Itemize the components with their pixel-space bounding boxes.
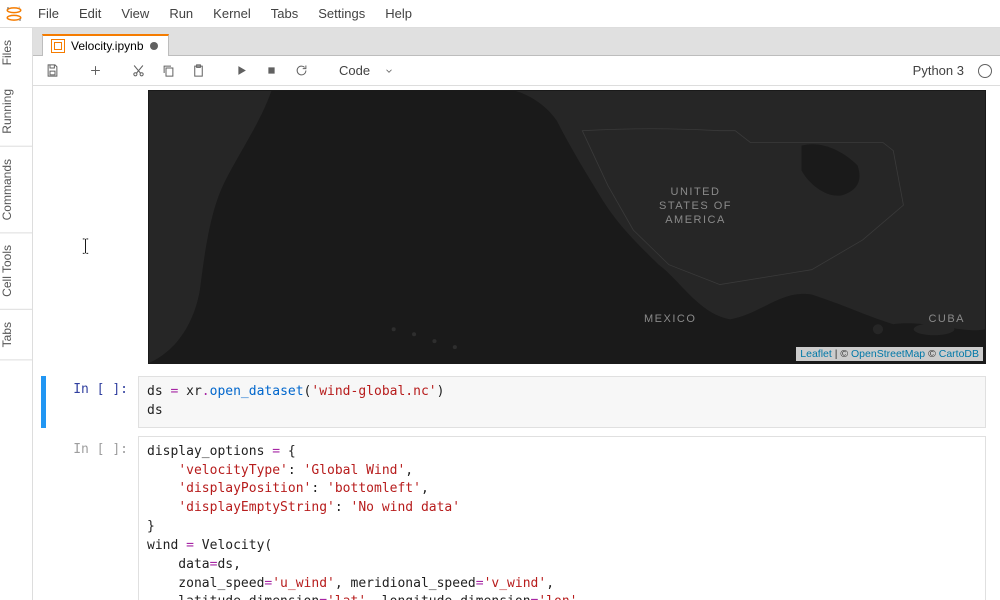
sidebar-tab-files[interactable]: Files [0,28,32,77]
menubar: File Edit View Run Kernel Tabs Settings … [0,0,1000,28]
map-attribution: Leaflet | © OpenStreetMap © CartoDB [796,347,983,361]
interrupt-button[interactable] [260,60,282,82]
dirty-indicator-icon [150,42,158,50]
code-editor[interactable]: ds = xr.open_dataset('wind-global.nc') d… [138,376,986,428]
output-cell: UNITED STATES OF AMERICA MEXICO CUBA Lea… [41,90,986,364]
menu-tabs[interactable]: Tabs [261,0,308,28]
insert-cell-button[interactable] [84,60,106,82]
notebook-toolbar: Code Python 3 [33,56,1000,86]
sidebar-tab-celltools[interactable]: Cell Tools [0,233,32,310]
cell-type-select[interactable]: Code [333,61,400,80]
map-label-mexico: MEXICO [644,313,696,325]
jupyter-logo-icon[interactable] [0,5,28,23]
notebook-icon [51,39,65,53]
tab-notebook[interactable]: Velocity.ipynb [42,34,169,56]
kernel-name[interactable]: Python 3 [913,63,970,78]
save-button[interactable] [41,60,63,82]
cut-button[interactable] [127,60,149,82]
menu-file[interactable]: File [28,0,69,28]
osm-link[interactable]: OpenStreetMap [851,348,925,360]
sidebar-tab-tabs[interactable]: Tabs [0,310,32,360]
prompt: In [ ]: [48,376,138,428]
sidebar-tab-commands[interactable]: Commands [0,147,32,233]
restart-button[interactable] [290,60,312,82]
text-cursor-icon [81,238,90,254]
menu-settings[interactable]: Settings [308,0,375,28]
carto-link[interactable]: CartoDB [939,348,979,360]
run-button[interactable] [230,60,252,82]
chevron-down-icon [384,66,394,76]
menu-help[interactable]: Help [375,0,422,28]
code-cell-2[interactable]: In [ ]: display_options = { 'velocityTyp… [41,436,986,600]
prompt: In [ ]: [48,436,138,600]
map-label-usa: UNITED STATES OF AMERICA [659,186,732,227]
menu-edit[interactable]: Edit [69,0,111,28]
code-cell-1[interactable]: In [ ]: ds = xr.open_dataset('wind-globa… [41,376,986,428]
paste-button[interactable] [187,60,209,82]
leaflet-link[interactable]: Leaflet [800,348,832,360]
map-output[interactable]: UNITED STATES OF AMERICA MEXICO CUBA Lea… [148,90,986,364]
left-sidebar: Files Running Commands Cell Tools Tabs [0,28,33,600]
notebook-area[interactable]: UNITED STATES OF AMERICA MEXICO CUBA Lea… [33,86,1000,600]
kernel-status-icon[interactable] [978,64,992,78]
sidebar-tab-running[interactable]: Running [0,77,32,147]
cell-type-value: Code [339,63,370,78]
tab-title: Velocity.ipynb [71,39,144,53]
copy-button[interactable] [157,60,179,82]
menu-run[interactable]: Run [159,0,203,28]
menu-kernel[interactable]: Kernel [203,0,261,28]
tab-bar: Velocity.ipynb [33,28,1000,56]
menu-view[interactable]: View [111,0,159,28]
code-editor[interactable]: display_options = { 'velocityType': 'Glo… [138,436,986,600]
map-label-cuba: CUBA [928,313,965,325]
